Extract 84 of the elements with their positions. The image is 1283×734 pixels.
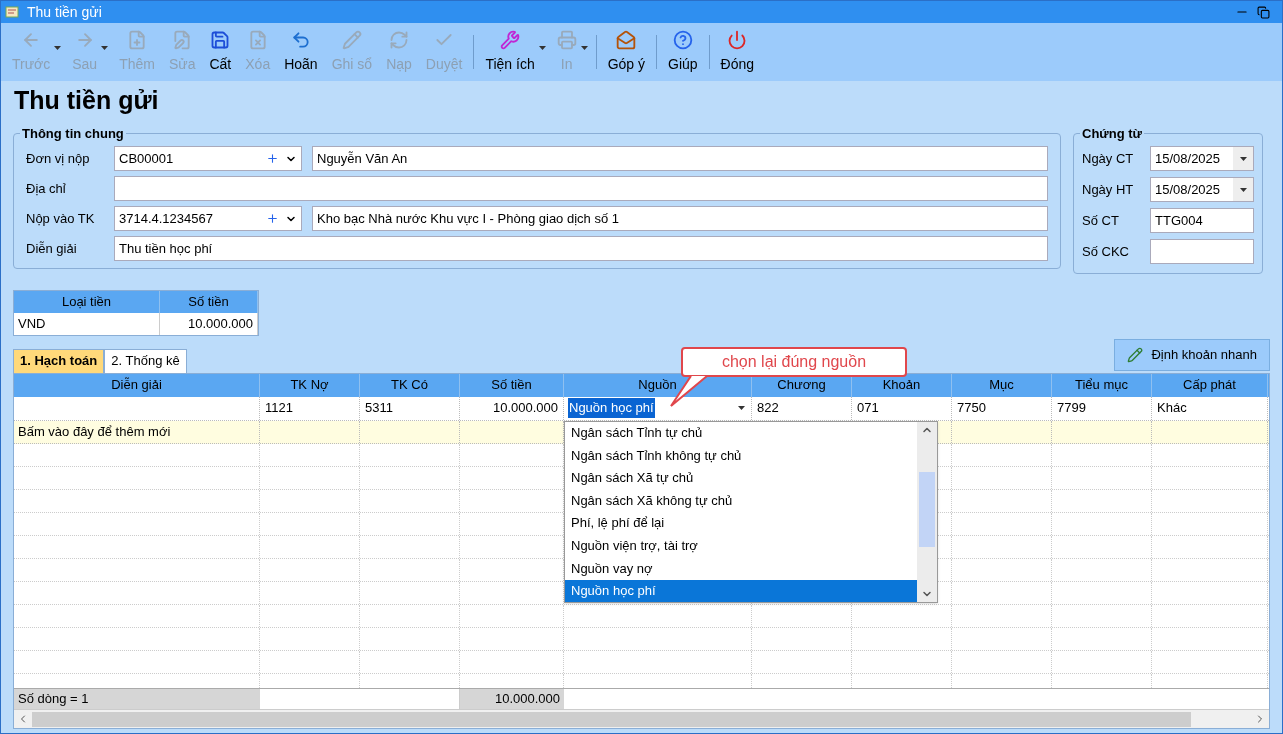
column-header: Loại tiền	[14, 290, 160, 313]
file-plus-icon	[127, 29, 148, 50]
table-cell: 10.000.000	[460, 396, 564, 420]
form-title: Thu tiền gửi	[14, 88, 160, 113]
tab[interactable]: 2. Thống kê	[104, 348, 187, 373]
toolbar-button[interactable]: Tiện ích	[478, 23, 542, 81]
column-header: Tiểu mục	[1052, 373, 1152, 397]
table-cell: 7799	[1052, 396, 1152, 420]
restore-icon[interactable]	[1257, 5, 1270, 19]
dropdown-option[interactable]: Ngân sách Tỉnh tự chủ	[565, 421, 917, 445]
name-field[interactable]: Kho bạc Nhà nước Khu vực I - Phòng giao dịch số 1	[312, 206, 1048, 231]
table-cell: 071	[852, 396, 952, 420]
toolbar-button[interactable]: Cất	[202, 23, 239, 81]
field-label: Ngày CT	[1082, 149, 1135, 168]
file-edit-icon	[172, 29, 193, 50]
table-cell: VND	[14, 312, 160, 335]
field-label: Số CT	[1082, 211, 1120, 230]
column-header: Diễn giải	[14, 373, 260, 397]
table-cell: 1121	[260, 396, 360, 420]
date-field[interactable]: 15/08/2025	[1150, 177, 1254, 202]
toolbar-button[interactable]: Hoãn	[277, 23, 325, 81]
caret-icon[interactable]	[538, 46, 546, 50]
caret-icon[interactable]	[738, 406, 745, 410]
group-title: Thông tin chung	[21, 125, 125, 143]
toolbar-button[interactable]: Giúp	[661, 23, 705, 81]
column-header: Mục	[952, 373, 1052, 397]
table-cell: Khác	[1152, 396, 1268, 420]
toolbar-button[interactable]: Góp ý	[600, 23, 653, 81]
wrench-icon	[500, 29, 521, 50]
pencil-icon	[1127, 346, 1144, 363]
dropdown-option[interactable]: Ngân sách Xã tự chủ	[565, 466, 917, 490]
table-cell: 5311	[360, 396, 460, 420]
combo-field[interactable]: 3714.4.1234567	[114, 206, 302, 231]
vertical-scrollbar[interactable]	[917, 421, 937, 603]
total-amount: 10.000.000	[460, 689, 564, 709]
caret-icon[interactable]	[1239, 156, 1247, 161]
field-label: Số CKC	[1082, 242, 1130, 261]
date-field[interactable]: 15/08/2025	[1150, 146, 1254, 171]
dropdown-option[interactable]: Ngân sách Xã không tự chủ	[565, 489, 917, 512]
row-count: Số dòng = 1	[14, 689, 260, 709]
column-header: Cấp phát	[1152, 373, 1268, 397]
table-cell: 7750	[952, 396, 1052, 420]
dropdown-option[interactable]: Nguồn học phí	[565, 579, 917, 603]
combo-field[interactable]: CB00001	[114, 146, 302, 171]
add-row-hint[interactable]: Bấm vào đây để thêm mới	[18, 421, 171, 442]
name-field[interactable]: Nguyễn Văn An	[312, 146, 1048, 171]
power-icon	[727, 29, 748, 50]
dropdown-option[interactable]: Nguồn viện trợ, tài trợ	[565, 534, 917, 558]
printer-icon	[556, 29, 577, 50]
input-field[interactable]	[114, 176, 1048, 201]
caret-icon[interactable]	[1239, 187, 1247, 192]
toolbar-button[interactable]: Đóng	[713, 23, 762, 81]
add-icon[interactable]	[266, 152, 279, 165]
input-field[interactable]: Thu tiền học phí	[114, 236, 1048, 261]
input-field[interactable]: TTG004	[1150, 208, 1254, 233]
window-title: Thu tiền gửi	[27, 2, 102, 22]
column-header: TK Nợ	[260, 373, 360, 397]
table-cell: 822	[752, 396, 852, 420]
dropdown-option[interactable]: Nguồn vay nợ	[565, 557, 917, 580]
pencil-icon	[341, 29, 362, 50]
add-icon[interactable]	[266, 212, 279, 225]
field-label: Diễn giải	[26, 239, 78, 258]
field-label: Ngày HT	[1082, 180, 1135, 199]
quick-entry-button[interactable]: Định khoản nhanh	[1114, 338, 1270, 371]
file-delete-icon	[247, 29, 268, 50]
field-label: Nộp vào TK	[26, 209, 96, 228]
table-cell: 10.000.000	[160, 312, 258, 335]
undo-icon	[290, 29, 311, 50]
dropdown-option[interactable]: Phí, lệ phí để lại	[565, 511, 917, 535]
group-title: Chứng từ	[1081, 125, 1143, 143]
save-icon	[210, 29, 231, 50]
help-icon	[672, 29, 693, 50]
column-header: Số tiền	[160, 290, 258, 313]
source-combo-field[interactable]: Nguồn học phí	[564, 396, 752, 420]
field-label: Đơn vị nộp	[26, 149, 91, 168]
app-icon	[5, 5, 19, 19]
field-label: Địa chỉ	[26, 179, 67, 198]
column-header: TK Có	[360, 373, 460, 397]
tab[interactable]: 1. Hạch toán	[13, 348, 105, 373]
dropdown-option[interactable]: Ngân sách Tỉnh không tự chủ	[565, 444, 917, 467]
input-field[interactable]	[1150, 239, 1254, 264]
column-header: Số tiền	[460, 373, 564, 397]
refresh-icon	[388, 29, 409, 50]
envelope-icon	[616, 29, 637, 50]
